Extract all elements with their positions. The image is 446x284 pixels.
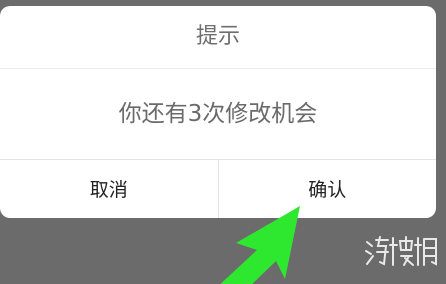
dialog-message: 你还有3次修改机会 [0,69,436,160]
dialog-actions: 取消 确认 [0,160,436,218]
confirm-button[interactable]: 确认 [219,160,437,218]
dialog-title: 提示 [0,6,436,69]
screen: 提示 你还有3次修改机会 取消 确认 [0,0,446,284]
cancel-button[interactable]: 取消 [0,160,219,218]
prompt-dialog: 提示 你还有3次修改机会 取消 确认 [0,6,436,218]
watermark-logo [365,236,437,266]
